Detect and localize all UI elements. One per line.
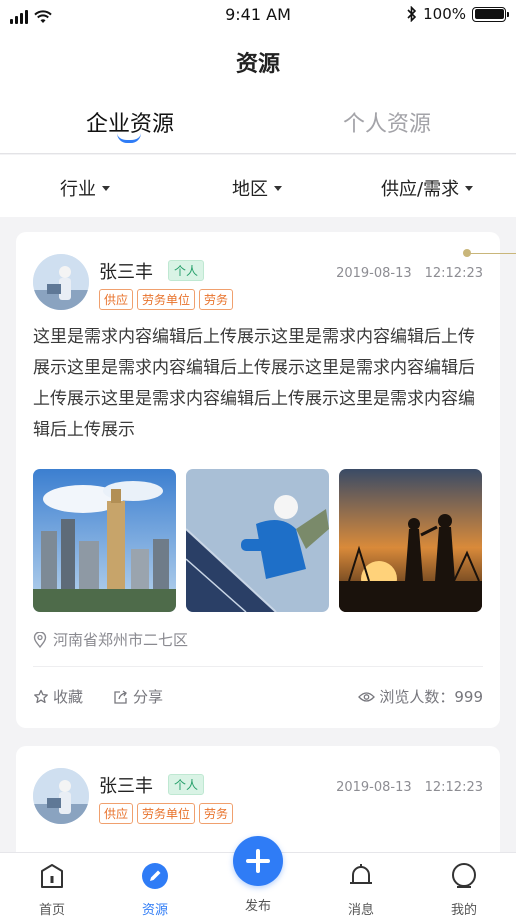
share-label: 分享: [133, 688, 164, 706]
filter-supply-demand[interactable]: 供应/需求: [381, 175, 474, 201]
share-icon: [114, 689, 127, 704]
resource-card[interactable]: 张三丰 个人 供应 劳务单位 劳务 2019-08-13 12:12:23 这里…: [16, 232, 500, 728]
card-divider: [33, 666, 483, 667]
favorite-label: 收藏: [53, 688, 84, 706]
photo-sunset-engineers[interactable]: [339, 469, 482, 612]
view-count: 浏览人数：999: [358, 686, 483, 707]
resource-icon: [142, 863, 168, 889]
avatar: [33, 768, 89, 824]
tag-labor: 劳务: [199, 289, 234, 310]
location: 河南省郑州市二七区: [33, 629, 188, 650]
caret-down-icon: [274, 185, 282, 191]
photo-city-skyline[interactable]: [33, 469, 176, 612]
tab-publish-label: 发布: [244, 899, 271, 914]
post-timestamp: 2019-08-13 12:12:23: [336, 266, 483, 281]
tab-profile[interactable]: 我的: [434, 861, 494, 918]
tab-messages[interactable]: 消息: [331, 861, 391, 918]
filter-bar: 行业 地区 供应/需求: [0, 155, 516, 217]
profile-icon: [452, 863, 476, 888]
post-timestamp: 2019-08-13 12:12:23: [336, 780, 483, 795]
eye-icon: [358, 691, 376, 702]
tag-list: 供应 劳务单位 劳务: [99, 289, 234, 310]
photo-gallery: [33, 469, 482, 612]
post-content: 这里是需求内容编辑后上传展示这里是需求内容编辑后上传展示这里是需求内容编辑后上传…: [33, 327, 475, 440]
tab-personal-resources[interactable]: 个人资源: [343, 106, 431, 138]
status-bar: 9:41 AM 100%: [0, 0, 516, 32]
caret-down-icon: [465, 185, 474, 191]
tab-profile-label: 我的: [450, 903, 477, 918]
user-name: 张三丰: [99, 262, 153, 283]
user-name: 张三丰: [99, 776, 153, 797]
favorite-button[interactable]: 收藏: [33, 686, 83, 707]
tag-supply: 供应: [99, 289, 134, 310]
avatar: [33, 254, 89, 310]
tag-list: 供应 劳务单位 劳务: [99, 803, 234, 824]
tab-home[interactable]: 首页: [22, 861, 82, 918]
plus-icon: [246, 849, 270, 873]
decorative-dot: [463, 249, 471, 257]
tag-labor: 劳务: [199, 803, 234, 824]
tab-resources[interactable]: 资源: [125, 861, 185, 918]
bell-icon: [350, 864, 372, 884]
tag-labor-unit: 劳务单位: [137, 289, 196, 310]
location-pin-icon: [33, 631, 47, 648]
home-icon: [41, 864, 63, 888]
tab-resources-label: 资源: [141, 903, 168, 918]
view-count-text: 浏览人数：999: [379, 688, 483, 706]
bluetooth-icon: [407, 6, 417, 22]
photo-solar-worker[interactable]: [186, 469, 329, 612]
tag-labor-unit: 劳务单位: [137, 803, 196, 824]
publish-button[interactable]: [233, 836, 283, 886]
decorative-line: [467, 253, 516, 254]
tab-home-label: 首页: [38, 903, 65, 918]
star-icon: [34, 689, 48, 703]
caret-down-icon: [102, 185, 110, 191]
nav-bar: 资源: [0, 32, 516, 90]
location-text: 河南省郑州市二七区: [53, 631, 189, 649]
active-tab-indicator: [117, 133, 141, 143]
filter-supply-demand-label: 供应/需求: [381, 179, 460, 200]
share-button[interactable]: 分享: [113, 686, 163, 707]
filter-industry[interactable]: 行业: [60, 175, 110, 201]
tag-supply: 供应: [99, 803, 134, 824]
personal-badge: 个人: [168, 260, 205, 281]
page-title: 资源: [235, 52, 280, 77]
resource-tabs: 企业资源 个人资源: [0, 90, 516, 154]
personal-badge: 个人: [168, 774, 205, 795]
status-right: 100%: [407, 5, 509, 23]
filter-region-label: 地区: [232, 179, 268, 200]
battery-percent: 100%: [423, 5, 466, 23]
filter-industry-label: 行业: [60, 179, 96, 200]
tab-messages-label: 消息: [347, 903, 374, 918]
battery-icon: [472, 6, 509, 22]
filter-region[interactable]: 地区: [232, 175, 282, 201]
